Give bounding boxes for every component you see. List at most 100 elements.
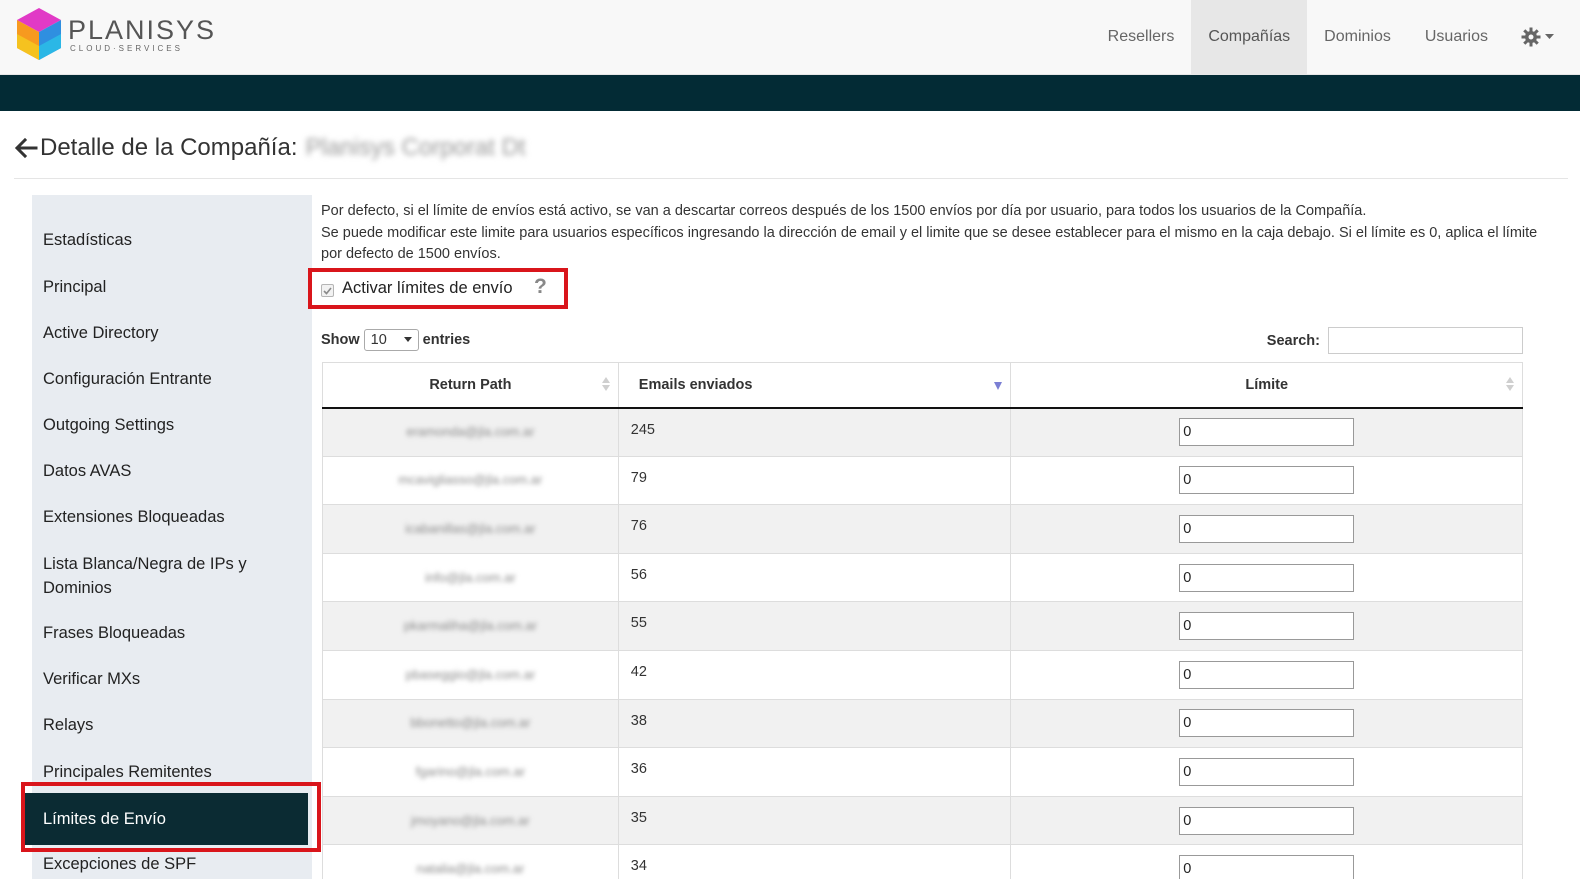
return-path-cell: jmoyano@jla.com.ar bbox=[322, 795, 619, 846]
select-caret-icon bbox=[403, 337, 412, 342]
sidebar-item-relays[interactable]: Relays bbox=[43, 713, 293, 737]
emails-sent-cell: 42 bbox=[617, 649, 1012, 700]
help-icon[interactable]: ? bbox=[534, 275, 547, 299]
limit-cell: 0 bbox=[1010, 407, 1523, 457]
col-emails-enviados[interactable]: Emails enviados bbox=[617, 362, 1012, 409]
gear-icon bbox=[1521, 27, 1541, 47]
header-band bbox=[0, 75, 1580, 111]
top-navbar: PLANISYS CLOUD·SERVICES Resellers Compañ… bbox=[0, 0, 1580, 75]
return-path-email: bbonetto@jla.com.ar bbox=[410, 715, 531, 731]
table-row: natalia@jla.com.ar 34 0 bbox=[322, 844, 1523, 879]
table-header-row: Return Path Emails enviados Límite bbox=[322, 362, 1523, 409]
limit-input[interactable]: 0 bbox=[1179, 514, 1355, 543]
table-row: pbaseggio@jla.com.ar 42 0 bbox=[322, 649, 1523, 700]
table-row: info@jla.com.ar 56 0 bbox=[322, 552, 1523, 603]
limit-input[interactable]: 0 bbox=[1179, 660, 1355, 689]
return-path-email: pbaseggio@jla.com.ar bbox=[405, 666, 536, 682]
emails-sent-cell: 36 bbox=[617, 747, 1012, 797]
return-path-cell: icabanillas@jla.com.ar bbox=[322, 504, 619, 554]
nav-companias[interactable]: Compañías bbox=[1191, 0, 1308, 74]
table-row: mcavigliasso@jla.com.ar 79 0 bbox=[322, 455, 1523, 506]
title-divider bbox=[14, 178, 1568, 179]
limit-input[interactable]: 0 bbox=[1179, 757, 1355, 786]
limit-input[interactable]: 0 bbox=[1179, 806, 1355, 835]
nav-usuarios[interactable]: Usuarios bbox=[1408, 0, 1505, 74]
sort-both-icon bbox=[1506, 377, 1514, 391]
search-input[interactable] bbox=[1328, 327, 1523, 354]
col-return-path[interactable]: Return Path bbox=[322, 362, 619, 409]
show-label: Show bbox=[321, 332, 360, 348]
sidebar-item-extensiones-bloqueadas[interactable]: Extensiones Bloqueadas bbox=[43, 505, 293, 529]
emails-sent-cell: 56 bbox=[617, 552, 1012, 603]
sort-both-icon bbox=[601, 377, 610, 391]
sidebar-item-active-directory[interactable]: Active Directory bbox=[43, 321, 293, 345]
search-label: Search: bbox=[1266, 332, 1320, 349]
return-path-cell: pbaseggio@jla.com.ar bbox=[322, 649, 619, 700]
sidebar-item-estadisticas[interactable]: Estadísticas bbox=[43, 228, 293, 252]
limit-input[interactable]: 0 bbox=[1179, 418, 1355, 447]
sidebar-item-lista-blanca-negra[interactable]: Lista Blanca/Negra de IPs y Dominios bbox=[43, 552, 263, 600]
sidebar-item-frases-bloqueadas[interactable]: Frases Bloqueadas bbox=[43, 621, 293, 645]
table-search: Search: bbox=[1267, 327, 1523, 354]
main-nav: Resellers Compañías Dominios Usuarios bbox=[1091, 0, 1562, 74]
sidebar-item-principal[interactable]: Principal bbox=[43, 275, 293, 299]
sidebar-item-outgoing-settings[interactable]: Outgoing Settings bbox=[43, 413, 293, 437]
limit-cell: 0 bbox=[1010, 455, 1523, 506]
sidebar-item-excepciones-spf[interactable]: Excepciones de SPF bbox=[43, 852, 293, 876]
sidebar: Estadísticas Principal Active Directory … bbox=[22, 195, 312, 879]
col-return-path-label: Return Path bbox=[429, 376, 512, 393]
sidebar-item-configuracion-entrante[interactable]: Configuración Entrante bbox=[43, 367, 293, 391]
table-row: jmoyano@jla.com.ar 35 0 bbox=[322, 795, 1523, 846]
brand-subtitle: CLOUD·SERVICES bbox=[70, 44, 183, 53]
limit-cell: 0 bbox=[1010, 601, 1523, 651]
limit-cell: 0 bbox=[1010, 552, 1523, 603]
emails-sent-cell: 55 bbox=[617, 601, 1012, 651]
table-row: eramonda@jla.com.ar 245 0 bbox=[322, 407, 1523, 457]
return-path-email: natalia@jla.com.ar bbox=[416, 861, 525, 877]
sidebar-item-principales-remitentes[interactable]: Principales Remitentes bbox=[43, 760, 293, 784]
description-line-2: Se puede modificar este limite para usua… bbox=[321, 224, 1538, 263]
limit-input[interactable]: 0 bbox=[1179, 563, 1355, 592]
limit-input[interactable]: 0 bbox=[1179, 709, 1355, 738]
highlight-box-sidebar bbox=[21, 782, 321, 852]
brand-name: PLANISYS bbox=[68, 15, 217, 45]
entries-select-value: 10 bbox=[370, 332, 387, 348]
nav-dominios[interactable]: Dominios bbox=[1307, 0, 1408, 74]
table-row: icabanillas@jla.com.ar 76 0 bbox=[322, 504, 1523, 554]
return-path-cell: info@jla.com.ar bbox=[322, 552, 619, 603]
company-name: Planisys Corporat Dt bbox=[305, 134, 526, 161]
nav-resellers[interactable]: Resellers bbox=[1091, 0, 1192, 74]
return-path-email: pkarmaliha@jla.com.ar bbox=[403, 618, 537, 634]
return-path-email: jmoyano@jla.com.ar bbox=[411, 812, 530, 828]
limit-input[interactable]: 0 bbox=[1179, 466, 1355, 495]
return-path-email: eramonda@jla.com.ar bbox=[406, 424, 535, 440]
col-emails-enviados-label: Emails enviados bbox=[638, 376, 753, 393]
brand-logo[interactable]: PLANISYS CLOUD·SERVICES bbox=[14, 6, 214, 62]
table-row: bbonetto@jla.com.ar 38 0 bbox=[322, 698, 1523, 749]
limit-cell: 0 bbox=[1010, 649, 1523, 700]
settings-menu[interactable] bbox=[1505, 0, 1562, 74]
limit-cell: 0 bbox=[1010, 698, 1523, 749]
limit-cell: 0 bbox=[1010, 747, 1523, 797]
col-limite-label: Límite bbox=[1245, 376, 1289, 393]
entries-length-control: Show 10 entries bbox=[321, 329, 470, 351]
sidebar-item-verificar-mxs[interactable]: Verificar MXs bbox=[43, 667, 293, 691]
limit-input[interactable]: 0 bbox=[1179, 855, 1355, 879]
limits-checkbox[interactable] bbox=[321, 284, 334, 297]
description-line-1: Por defecto, si el límite de envíos está… bbox=[321, 203, 1367, 219]
page-title-text: Detalle de la Compañía: bbox=[40, 134, 298, 161]
checkmark-icon bbox=[323, 286, 332, 295]
back-arrow-icon[interactable] bbox=[14, 137, 38, 159]
page-title: Detalle de la Compañía: Planisys Corpora… bbox=[14, 134, 526, 162]
col-limite[interactable]: Límite bbox=[1010, 362, 1523, 409]
limit-input[interactable]: 0 bbox=[1179, 612, 1355, 641]
limits-checkbox-label[interactable]: Activar límites de envío bbox=[342, 279, 513, 298]
sort-desc-icon bbox=[994, 382, 1003, 390]
emails-sent-cell: 76 bbox=[617, 504, 1012, 554]
return-path-email: info@jla.com.ar bbox=[425, 569, 516, 585]
return-path-email: mcavigliasso@jla.com.ar bbox=[398, 472, 543, 488]
sidebar-item-datos-avas[interactable]: Datos AVAS bbox=[43, 459, 293, 483]
entries-select[interactable]: 10 bbox=[363, 329, 419, 351]
emails-sent-cell: 35 bbox=[617, 795, 1012, 846]
limit-cell: 0 bbox=[1010, 504, 1523, 554]
